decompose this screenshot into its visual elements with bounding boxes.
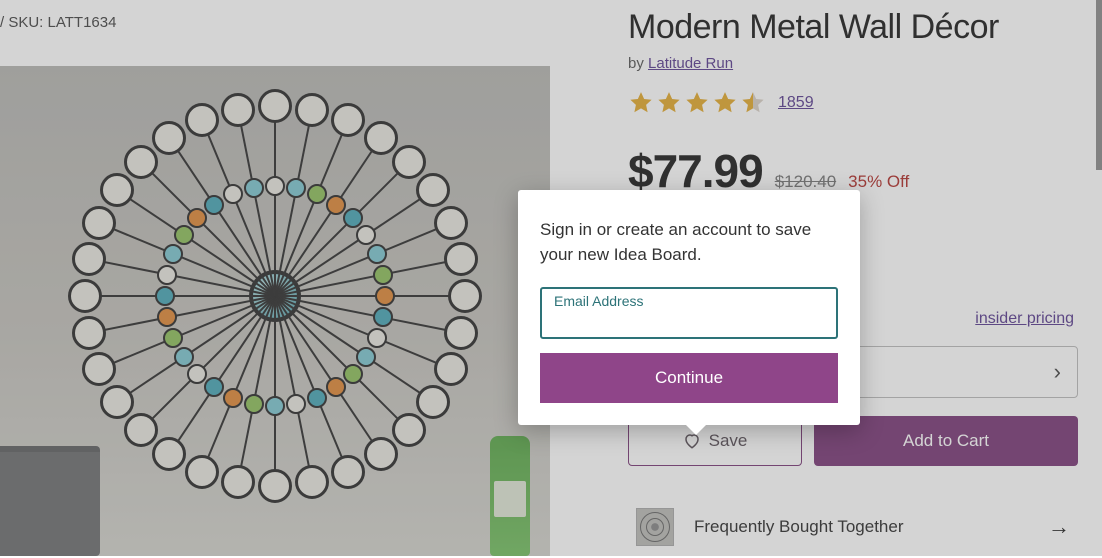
arrow-right-icon: → xyxy=(1048,514,1070,540)
signin-modal: Sign in or create an account to save you… xyxy=(518,190,860,425)
bottle-decoration xyxy=(490,436,530,556)
table-edge xyxy=(0,446,100,556)
modal-message: Sign in or create an account to save you… xyxy=(540,218,838,267)
star-icon xyxy=(684,90,710,116)
brand-link[interactable]: Latitude Run xyxy=(648,55,733,72)
discount-label: 35% Off xyxy=(848,172,909,192)
product-image[interactable] xyxy=(0,66,550,556)
review-count-link[interactable]: 1859 xyxy=(778,94,814,112)
frequently-bought-row[interactable]: Frequently Bought Together → xyxy=(628,496,1078,558)
save-button-label: Save xyxy=(709,431,748,451)
scrollbar[interactable] xyxy=(1096,0,1102,170)
fbt-label: Frequently Bought Together xyxy=(694,517,904,537)
original-price: $120.40 xyxy=(775,172,836,192)
rating-stars[interactable] xyxy=(628,90,766,116)
star-icon xyxy=(712,90,738,116)
sku-breadcrumb: / SKU: LATT1634 xyxy=(0,14,116,31)
continue-button[interactable]: Continue xyxy=(540,353,838,403)
chevron-right-icon: › xyxy=(1054,359,1061,385)
sku-slash: / SKU: xyxy=(0,14,48,31)
by-prefix: by xyxy=(628,55,648,72)
star-icon xyxy=(628,90,654,116)
star-icon xyxy=(740,90,766,116)
insider-pricing-link[interactable]: insider pricing xyxy=(975,310,1074,327)
product-title: Modern Metal Wall Décor xyxy=(628,8,1078,47)
byline: by Latitude Run xyxy=(628,55,1078,72)
star-icon xyxy=(656,90,682,116)
sku-value: LATT1634 xyxy=(48,14,117,31)
fbt-thumbnail xyxy=(636,508,674,546)
email-label: Email Address xyxy=(554,293,643,309)
